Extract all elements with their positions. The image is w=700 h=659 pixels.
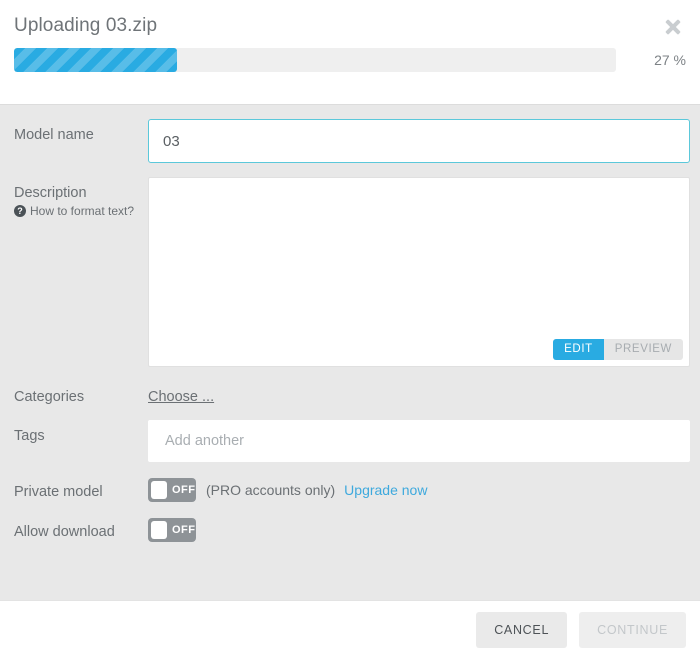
format-help-text: How to format text? bbox=[30, 204, 135, 218]
private-model-label: Private model bbox=[14, 484, 103, 500]
description-label: Description bbox=[14, 185, 87, 201]
categories-field-wrap: Choose ... bbox=[148, 381, 690, 406]
private-model-toggle-state: OFF bbox=[172, 484, 196, 496]
tags-label: Tags bbox=[14, 428, 45, 444]
toggle-knob bbox=[151, 481, 167, 499]
tags-row: Tags bbox=[14, 420, 690, 462]
tags-input[interactable] bbox=[148, 420, 690, 462]
choose-categories-link[interactable]: Choose ... bbox=[148, 389, 214, 405]
allow-download-toggle[interactable]: OFF bbox=[148, 518, 196, 542]
progress-bar-fill bbox=[14, 48, 177, 72]
close-icon[interactable] bbox=[662, 16, 684, 38]
description-row: Description ? How to format text? EDIT P… bbox=[14, 177, 690, 367]
description-label-group: Description ? How to format text? bbox=[14, 177, 148, 218]
model-name-row: Model name bbox=[14, 119, 690, 163]
dialog-footer: CANCEL CONTINUE bbox=[0, 600, 700, 659]
categories-row: Categories Choose ... bbox=[14, 381, 690, 406]
model-name-field-wrap bbox=[148, 119, 690, 163]
private-model-toggle[interactable]: OFF bbox=[148, 478, 196, 502]
upgrade-now-link[interactable]: Upgrade now bbox=[344, 482, 427, 498]
cancel-button[interactable]: CANCEL bbox=[476, 612, 568, 648]
description-textarea[interactable] bbox=[149, 178, 689, 366]
progress-percent-label: 27 % bbox=[654, 52, 686, 68]
tags-field-wrap bbox=[148, 420, 690, 462]
model-name-label: Model name bbox=[14, 127, 94, 143]
title-row: Uploading 03.zip bbox=[0, 0, 700, 38]
toggle-knob bbox=[151, 521, 167, 539]
allow-download-field-wrap: OFF bbox=[148, 516, 690, 542]
format-help-link[interactable]: ? How to format text? bbox=[14, 204, 148, 218]
pro-accounts-note: (PRO accounts only) bbox=[206, 482, 336, 498]
description-field-wrap: EDIT PREVIEW bbox=[148, 177, 690, 367]
continue-button: CONTINUE bbox=[579, 612, 686, 648]
dialog-body: Model name Description ? How to format t… bbox=[0, 104, 700, 600]
upload-progress-row: 27 % bbox=[0, 38, 700, 72]
model-name-input[interactable] bbox=[148, 119, 690, 163]
categories-label: Categories bbox=[14, 389, 85, 405]
dialog-header: Uploading 03.zip 27 % bbox=[0, 0, 700, 104]
private-model-field-wrap: OFF (PRO accounts only) Upgrade now bbox=[148, 476, 690, 502]
tab-preview[interactable]: PREVIEW bbox=[603, 339, 683, 360]
tab-edit[interactable]: EDIT bbox=[553, 339, 604, 360]
upload-model-dialog: Uploading 03.zip 27 % Model name Descrip… bbox=[0, 0, 700, 659]
description-box: EDIT PREVIEW bbox=[148, 177, 690, 367]
edit-preview-toggle: EDIT PREVIEW bbox=[553, 339, 683, 360]
allow-download-toggle-state: OFF bbox=[172, 524, 196, 536]
private-model-row: Private model OFF (PRO accounts only) Up… bbox=[14, 476, 690, 502]
allow-download-label: Allow download bbox=[14, 524, 115, 540]
progress-bar-track bbox=[14, 48, 616, 72]
allow-download-row: Allow download OFF bbox=[14, 516, 690, 542]
page-title: Uploading 03.zip bbox=[14, 15, 158, 36]
question-circle-icon: ? bbox=[14, 205, 26, 217]
